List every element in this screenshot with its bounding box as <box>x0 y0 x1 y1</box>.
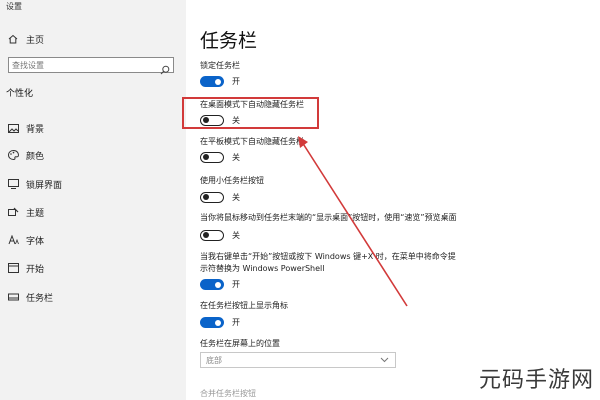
arrow-annotation <box>298 136 408 307</box>
watermark: 元码手游网 <box>478 362 594 394</box>
